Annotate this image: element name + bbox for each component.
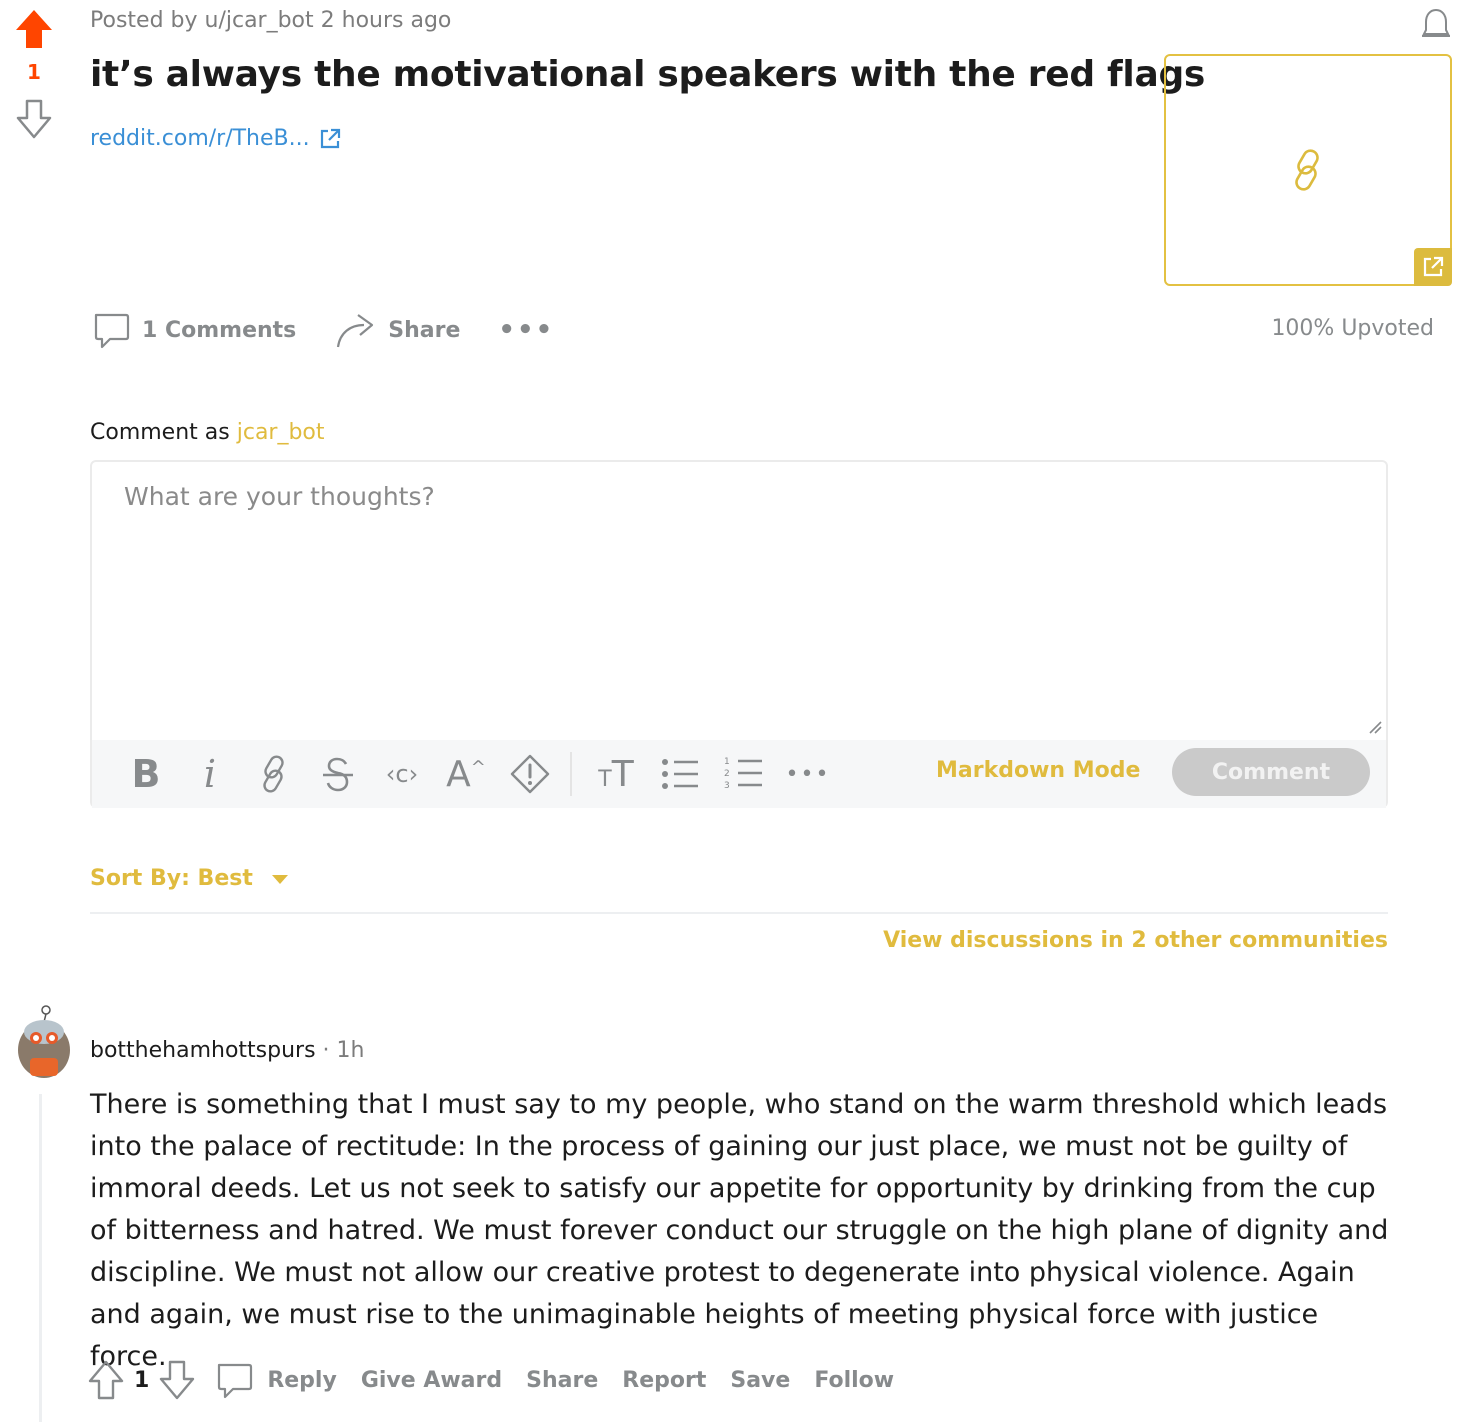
comment-thread-line[interactable] [39, 1094, 42, 1422]
link-chain-icon [1295, 149, 1319, 191]
view-other-discussions-link[interactable]: View discussions in 2 other communities [883, 928, 1388, 953]
external-link-icon [1423, 256, 1444, 277]
upvote-arrow-icon[interactable] [14, 8, 54, 50]
share-arrow-icon [337, 314, 374, 348]
save-button[interactable]: Save [730, 1368, 790, 1393]
reply-label: Reply [267, 1367, 337, 1393]
reply-button[interactable]: Reply [215, 1360, 337, 1400]
comment-header: botthehamhottspurs · 1h [90, 1038, 365, 1063]
editor-toolbar: B i ‹c› A^ TT 1 2 3 ••• Markdown Mode Co… [92, 740, 1386, 808]
comment-time[interactable]: 1h [337, 1038, 365, 1063]
sort-dropdown[interactable]: Sort By: Best [90, 866, 289, 891]
post-link-text[interactable]: reddit.com/r/TheB... [90, 126, 310, 151]
comment-separator: · [322, 1038, 330, 1063]
post-actions-bar: 1 Comments Share ••• [90, 304, 592, 356]
notification-bell-icon[interactable] [1418, 6, 1454, 42]
post-score: 1 [27, 60, 41, 84]
bold-icon: B [131, 752, 161, 796]
comment-score: 1 [134, 1367, 150, 1393]
follow-button[interactable]: Follow [814, 1368, 894, 1393]
superscript-button[interactable]: A^ [434, 749, 498, 799]
sort-label: Sort By: Best [90, 866, 253, 891]
italic-icon: i [203, 752, 217, 796]
share-button[interactable]: Share [334, 309, 460, 351]
spoiler-icon [510, 754, 550, 794]
share-label: Share [388, 317, 461, 343]
comment-author[interactable]: botthehamhottspurs [90, 1038, 316, 1063]
strikethrough-icon [323, 757, 353, 792]
link-button[interactable] [242, 749, 306, 799]
spoiler-button[interactable] [498, 749, 562, 799]
svg-text:3: 3 [724, 781, 730, 791]
comment-upvote-icon[interactable] [86, 1359, 126, 1401]
upvote-ratio: 100% Upvoted [1271, 316, 1434, 341]
inline-code-button[interactable]: ‹c› [370, 749, 434, 799]
inline-code-icon: ‹c› [385, 760, 419, 788]
toolbar-divider [570, 752, 572, 796]
post-meta: Posted by u/jcar_bot 2 hours ago [90, 8, 452, 33]
user-avatar[interactable] [16, 1004, 72, 1080]
comment-as-prefix: Comment as [90, 420, 230, 445]
resize-handle-icon[interactable] [1368, 720, 1382, 734]
bulleted-list-icon [662, 759, 698, 789]
report-button[interactable]: Report [622, 1368, 706, 1393]
markdown-mode-toggle[interactable]: Markdown Mode [936, 758, 1140, 783]
comments-button[interactable]: 1 Comments [90, 309, 296, 351]
bold-button[interactable]: B [114, 749, 178, 799]
numbered-list-icon: 1 2 3 [724, 757, 762, 791]
post-title[interactable]: it’s always the motivational speakers wi… [90, 54, 1205, 95]
submit-comment-button[interactable]: Comment [1172, 748, 1370, 796]
comment-as-username[interactable]: jcar_bot [237, 420, 325, 445]
comment-as-label: Comment as jcar_bot [90, 420, 325, 445]
comment-editor: B i ‹c› A^ [90, 460, 1388, 808]
strikethrough-button[interactable] [306, 749, 370, 799]
heading-button[interactable]: TT [584, 749, 648, 799]
bulleted-list-button[interactable] [648, 749, 712, 799]
sort-divider [90, 912, 1388, 914]
downvote-arrow-icon[interactable] [14, 98, 54, 140]
external-link-icon [320, 128, 340, 148]
comment-body: There is something that I must say to my… [90, 1089, 1389, 1372]
link-thumbnail[interactable] [1164, 54, 1452, 286]
comment-actions-bar: 1 Reply Give Award Share Report Save Fol… [86, 1356, 918, 1404]
comment-downvote-icon[interactable] [157, 1359, 197, 1401]
superscript-icon: A^ [446, 753, 486, 795]
svg-text:2: 2 [724, 769, 730, 779]
comment-bubble-icon [94, 313, 130, 349]
link-icon [263, 755, 284, 793]
give-award-button[interactable]: Give Award [361, 1368, 502, 1393]
comments-label: 1 Comments [142, 317, 297, 343]
caret-down-icon [271, 874, 288, 884]
comment-textarea[interactable] [92, 462, 1386, 738]
thumbnail-external-badge[interactable] [1414, 248, 1452, 286]
more-options-button[interactable]: ••• [498, 315, 554, 345]
svg-text:1: 1 [724, 757, 730, 767]
numbered-list-button[interactable]: 1 2 3 [712, 749, 776, 799]
comment-bubble-icon [218, 1363, 253, 1399]
italic-button[interactable]: i [178, 749, 242, 799]
more-formatting-button[interactable]: ••• [776, 749, 840, 799]
comment-share-button[interactable]: Share [526, 1368, 598, 1393]
post-link[interactable]: reddit.com/r/TheB... [90, 126, 342, 151]
heading-icon: TT [598, 753, 634, 795]
